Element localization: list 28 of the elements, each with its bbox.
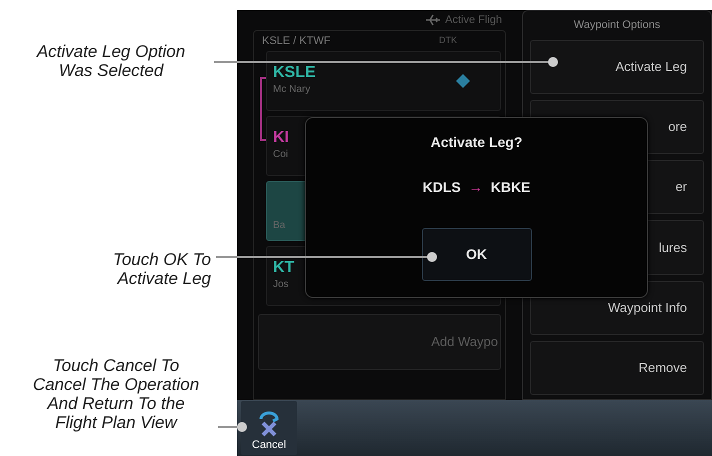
waypoint-ident: KSLE <box>273 64 316 82</box>
waypoint-name: Coi <box>273 148 289 162</box>
callout-text: Touch Cancel To Cancel The Operation And Return To the Flight Plan View <box>32 356 200 432</box>
cancel-button[interactable]: Cancel <box>241 401 297 455</box>
option-button[interactable]: Remove <box>530 340 704 395</box>
waypoint-ident: KI <box>273 129 289 147</box>
waypoint-ident: KT <box>273 259 294 277</box>
active-leg-bracket <box>259 77 267 141</box>
leg-arrow: → <box>468 178 483 197</box>
route-header: KSLE / KTWF <box>262 34 330 49</box>
waypoint-row[interactable]: KSLE Mc Nary <box>266 51 501 111</box>
dialog-title: Activate Leg? <box>430 133 522 152</box>
callout-text: Activate Leg Option Was Selected <box>35 42 186 80</box>
callout-text: Touch OK To Activate Leg <box>113 250 211 288</box>
cancel-icon <box>257 410 281 436</box>
waypoint-name: Mc Nary <box>273 83 312 97</box>
airplane-icon <box>425 14 442 26</box>
diamond-icon <box>456 74 470 88</box>
waypoint-name: Ba <box>273 219 286 233</box>
leader-line <box>218 422 248 432</box>
to-waypoint: KBKE <box>490 178 530 197</box>
column-header: DTK <box>439 34 457 48</box>
panel-title: Waypoint Options <box>572 18 662 33</box>
from-waypoint: KDLS <box>422 178 461 197</box>
waypoint-name: Jos <box>273 278 290 292</box>
page-title: Active Fligh <box>445 12 502 28</box>
option-button[interactable]: Activate Leg <box>530 40 704 94</box>
ok-button[interactable]: OK <box>422 228 532 281</box>
